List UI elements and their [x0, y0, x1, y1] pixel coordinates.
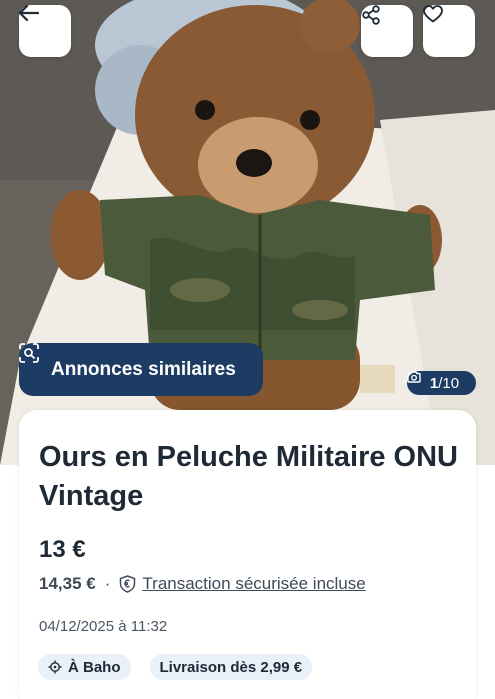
favorite-button[interactable] [423, 5, 475, 57]
similar-listings-label: Annonces similaires [51, 358, 236, 380]
product-photo[interactable]: Annonces similaires 1/10 [0, 0, 495, 465]
listing-tags: À Baho Livraison dès 2,99 € [38, 654, 331, 680]
item-price: 13 € [39, 536, 86, 563]
similar-listings-button[interactable]: Annonces similaires [19, 343, 263, 396]
location-target-icon [48, 660, 62, 674]
total-price: 14,35 € [39, 574, 96, 593]
location-label: À Baho [68, 658, 121, 676]
listing-card: Ours en Peluche Militaire ONU Vintage 13… [19, 410, 476, 699]
listing-date: 04/12/2025 à 11:32 [39, 618, 168, 635]
buyer-protection-link[interactable]: Transaction sécurisée incluse [142, 574, 365, 594]
back-button[interactable] [19, 5, 71, 57]
shield-euro-icon [119, 575, 136, 593]
photo-counter[interactable]: 1/10 [407, 371, 476, 395]
price-separator: · [104, 574, 111, 593]
listing-title: Ours en Peluche Militaire ONU Vintage [39, 441, 458, 512]
photo-counter-total: /10 [438, 374, 460, 392]
shipping-tag[interactable]: Livraison dès 2,99 € [149, 654, 313, 680]
share-button[interactable] [361, 5, 413, 57]
total-price-row: 14,35 € · Transaction sécurisée incluse [39, 574, 366, 594]
shipping-label: Livraison dès 2,99 € [159, 658, 303, 676]
location-tag[interactable]: À Baho [38, 654, 131, 680]
photo-counter-current: 1 [429, 374, 439, 392]
